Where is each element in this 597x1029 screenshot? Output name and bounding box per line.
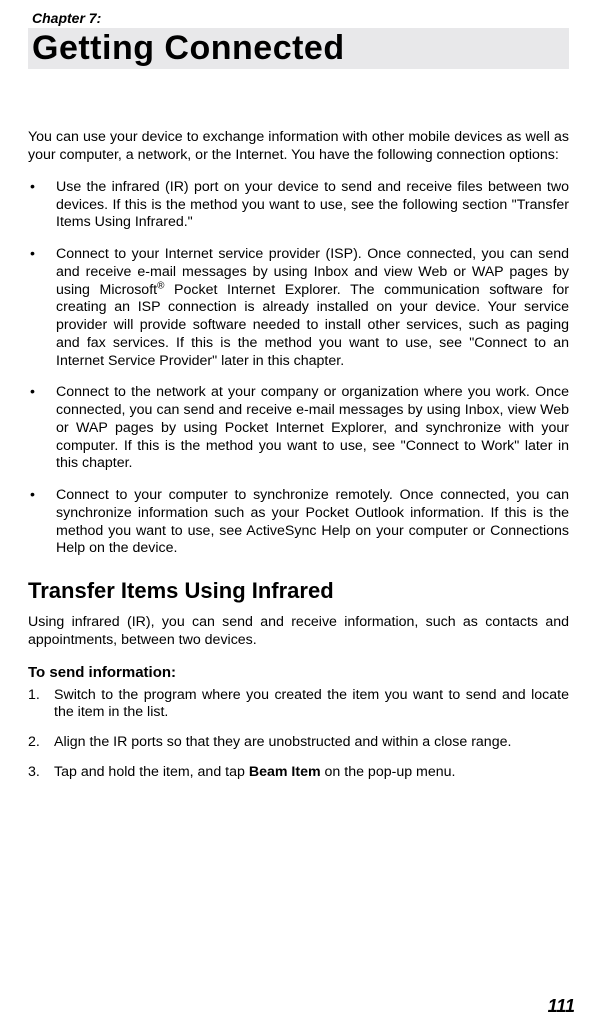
list-item: • Connect to your Internet service provi… — [28, 246, 569, 370]
bullet-text: Use the infrared (IR) port on your devic… — [56, 179, 569, 232]
bullet-icon: • — [28, 179, 56, 232]
list-item: • Use the infrared (IR) port on your dev… — [28, 179, 569, 232]
section-intro: Using infrared (IR), you can send and re… — [28, 614, 569, 650]
step-text: Tap and hold the item, and tap Beam Item… — [54, 764, 569, 782]
list-item: • Connect to your computer to synchroniz… — [28, 487, 569, 558]
bullet-text: Connect to the network at your company o… — [56, 384, 569, 473]
list-item: • Connect to the network at your company… — [28, 384, 569, 473]
list-item: 1. Switch to the program where you creat… — [28, 687, 569, 723]
step-text: Align the IR ports so that they are unob… — [54, 734, 569, 752]
intro-paragraph: You can use your device to exchange info… — [28, 129, 569, 165]
section-heading: Transfer Items Using Infrared — [28, 578, 569, 604]
bullet-text: Connect to your computer to synchronize … — [56, 487, 569, 558]
sub-heading: To send information: — [28, 664, 569, 681]
bullet-text: Connect to your Internet service provide… — [56, 246, 569, 370]
step-text: Switch to the program where you created … — [54, 687, 569, 723]
bullet-icon: • — [28, 487, 56, 558]
bullet-icon: • — [28, 384, 56, 473]
list-item: 3. Tap and hold the item, and tap Beam I… — [28, 764, 569, 782]
step-number: 1. — [28, 687, 54, 723]
step-number: 2. — [28, 734, 54, 752]
page-number: 111 — [548, 996, 575, 1017]
page-content: Chapter 7: Getting Connected You can use… — [0, 0, 597, 782]
options-list: • Use the infrared (IR) port on your dev… — [28, 179, 569, 558]
list-item: 2. Align the IR ports so that they are u… — [28, 734, 569, 752]
step-number: 3. — [28, 764, 54, 782]
chapter-label: Chapter 7: — [32, 10, 569, 26]
bullet-icon: • — [28, 246, 56, 370]
main-title: Getting Connected — [28, 28, 569, 69]
steps-list: 1. Switch to the program where you creat… — [28, 687, 569, 782]
